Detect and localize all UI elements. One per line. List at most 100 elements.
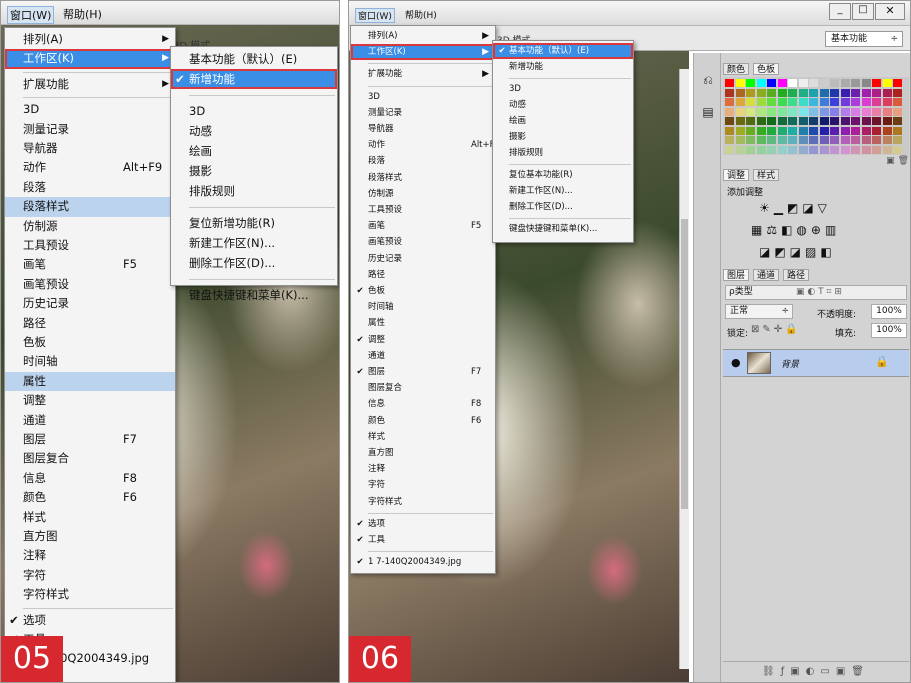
swatch[interactable] [840, 107, 850, 116]
menu-item[interactable]: 字符 [5, 566, 175, 585]
swatch[interactable] [725, 88, 734, 97]
swatch[interactable] [851, 88, 860, 97]
swatch[interactable] [725, 126, 734, 135]
swatch[interactable] [809, 107, 818, 116]
menu-item[interactable]: 段落样式 [351, 170, 495, 186]
menu-item[interactable]: 画笔 F5 [5, 255, 175, 274]
swatch[interactable] [725, 107, 734, 116]
lock-icons[interactable]: ⊠✎✛🔒 [751, 324, 801, 335]
swatch[interactable] [756, 136, 766, 144]
swatch[interactable] [788, 107, 797, 116]
menu-item[interactable]: 3D [351, 89, 495, 105]
menu-item[interactable]: 导航器 [5, 139, 175, 158]
vertical-scrollbar[interactable] [679, 69, 689, 669]
menu-item[interactable]: 颜色 F6 [5, 488, 175, 507]
new-swatch-icon[interactable]: ▣ [886, 156, 895, 166]
swatch[interactable] [756, 117, 766, 125]
menu-item[interactable]: 删除工作区(D)... [493, 199, 633, 215]
swatch[interactable] [735, 145, 745, 154]
menu-item[interactable]: 属性 [351, 315, 495, 331]
menu-item[interactable]: 3D [493, 81, 633, 97]
swatch[interactable] [809, 136, 818, 144]
swatch[interactable] [767, 136, 776, 144]
menu-item[interactable]: ✔ 新增功能 [171, 69, 337, 89]
swatch[interactable] [851, 136, 860, 144]
menu-item[interactable]: 图层 F7 [5, 430, 175, 449]
swatch[interactable] [777, 98, 787, 106]
swatch[interactable] [746, 107, 755, 116]
swatch[interactable] [840, 136, 850, 144]
blend-mode-select[interactable]: 正常 ÷ [725, 304, 793, 319]
swatch[interactable] [735, 117, 745, 125]
swatch[interactable] [872, 107, 881, 116]
filter-icons[interactable]: ▣ ◐ T ⌗ ⊞ [796, 286, 842, 299]
layer-filter[interactable]: ρ类型 ▣ ◐ T ⌗ ⊞ [725, 285, 907, 300]
swatch[interactable] [746, 98, 755, 106]
swatch[interactable] [872, 145, 881, 154]
swatch[interactable] [767, 98, 776, 106]
swatch[interactable] [767, 126, 776, 135]
menu-item[interactable]: 排版规则 [171, 181, 337, 201]
panel-tab[interactable]: 颜色 [723, 63, 750, 75]
swatch[interactable] [861, 88, 871, 97]
swatch[interactable] [830, 79, 839, 87]
menu-item[interactable]: 样式 [351, 429, 495, 445]
menu-item[interactable]: 排列(A) ▶ [5, 30, 175, 49]
swatch[interactable] [819, 88, 829, 97]
menu-item[interactable]: 新增功能 [493, 59, 633, 75]
menu-item[interactable]: 段落样式 [5, 197, 175, 217]
swatch[interactable] [777, 136, 787, 144]
menu-item[interactable]: 通道 [351, 348, 495, 364]
properties-icon[interactable]: ▤ [700, 105, 716, 119]
swatch[interactable] [746, 126, 755, 135]
menu-item[interactable]: ✔ 选项 [5, 611, 175, 630]
swatch[interactable] [872, 136, 881, 144]
swatch[interactable] [861, 98, 871, 106]
swatch[interactable] [840, 88, 850, 97]
menu-item[interactable]: 摄影 [171, 161, 337, 181]
swatch[interactable] [851, 145, 860, 154]
swatch[interactable] [830, 88, 839, 97]
swatch[interactable] [819, 117, 829, 125]
swatch[interactable] [725, 79, 734, 87]
swatch[interactable] [735, 79, 745, 87]
window-menu[interactable]: 窗口(W) [7, 6, 55, 24]
panel-tab[interactable]: 通道 [753, 269, 780, 281]
swatch[interactable] [893, 79, 902, 87]
menu-item[interactable]: 工具预设 [351, 202, 495, 218]
swatch[interactable] [893, 145, 902, 154]
swatch[interactable] [767, 88, 776, 97]
swatch[interactable] [819, 98, 829, 106]
menu-item[interactable]: 排版规则 [493, 145, 633, 161]
swatch[interactable] [777, 145, 787, 154]
swatch[interactable] [840, 117, 850, 125]
menu-item[interactable]: 图层复合 [351, 380, 495, 396]
menu-item[interactable]: 历史记录 [5, 294, 175, 313]
menu-item[interactable]: 注释 [5, 546, 175, 565]
menu-item[interactable]: 颜色 F6 [351, 413, 495, 429]
swatch[interactable] [851, 117, 860, 125]
swatch[interactable] [830, 136, 839, 144]
swatch[interactable] [809, 88, 818, 97]
swatch[interactable] [788, 136, 797, 144]
menu-item[interactable]: 段落 [351, 153, 495, 169]
swatch[interactable] [756, 98, 766, 106]
window-menu[interactable]: 窗口(W) [355, 8, 395, 23]
menu-item[interactable]: 动作 Alt+F9 [351, 137, 500, 153]
swatch[interactable] [777, 107, 787, 116]
menu-item[interactable]: 通道 [5, 411, 175, 430]
swatch[interactable] [819, 136, 829, 144]
adjustment-icons-row2[interactable]: ▦⚖◧◍⊕▥ [751, 223, 840, 237]
menu-item[interactable]: 图层复合 [5, 449, 175, 468]
swatch[interactable] [893, 136, 902, 144]
menu-item[interactable]: 色板 [5, 333, 175, 352]
swatch[interactable] [777, 79, 787, 87]
menu-item[interactable]: 绘画 [171, 141, 337, 161]
menu-item[interactable]: 调整 [5, 391, 175, 410]
swatch[interactable] [735, 88, 745, 97]
menu-item[interactable]: 时间轴 [351, 299, 495, 315]
swatch[interactable] [788, 88, 797, 97]
swatch[interactable] [746, 145, 755, 154]
menu-item[interactable]: 仿制源 [351, 186, 495, 202]
menu-item[interactable]: 直方图 [5, 527, 175, 546]
